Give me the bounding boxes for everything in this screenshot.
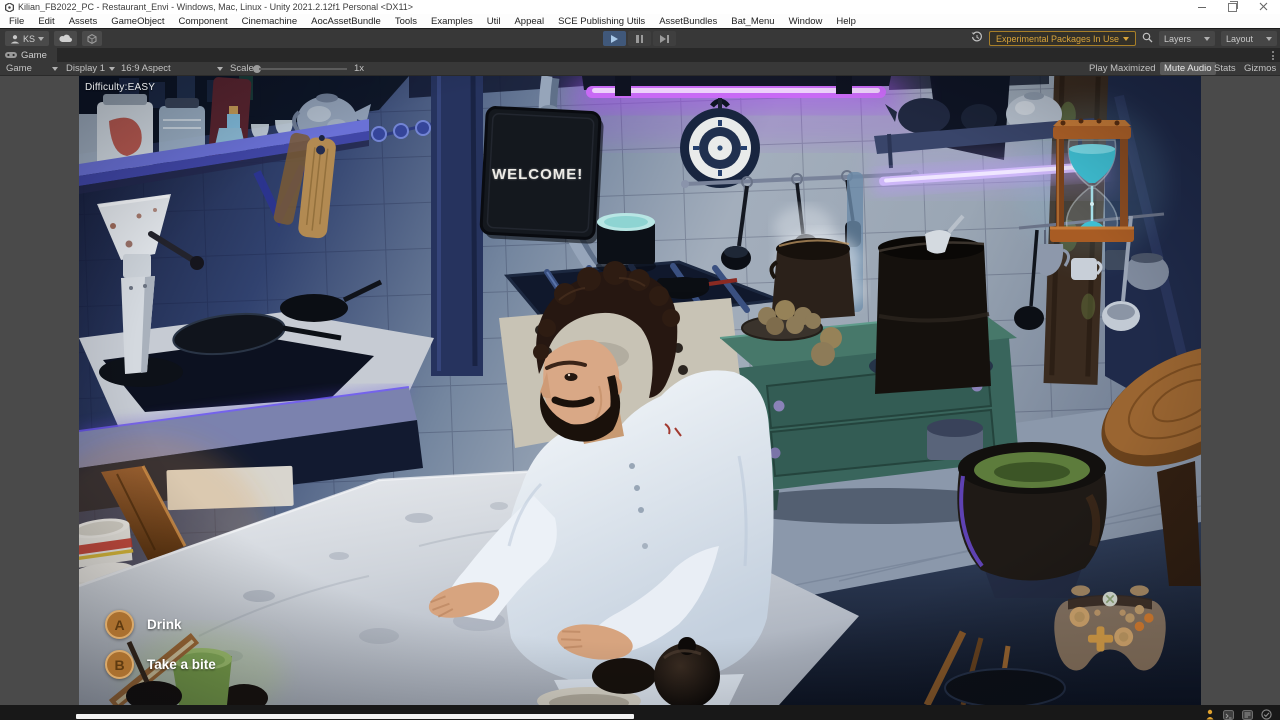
services-button[interactable]	[82, 31, 102, 46]
menu-cinemachine[interactable]: Cinemachine	[235, 16, 304, 27]
search-icon	[1142, 32, 1153, 43]
menu-help[interactable]: Help	[829, 16, 863, 27]
unity-logo-icon	[5, 3, 14, 12]
gamepad-a-button-icon: A	[105, 610, 134, 639]
menu-edit[interactable]: Edit	[31, 16, 61, 27]
search-button[interactable]	[1142, 30, 1153, 48]
step-button[interactable]	[653, 31, 676, 46]
unity-editor-window: Kilian_FB2022_PC - Restaurant_Envi - Win…	[0, 0, 1280, 720]
play-button[interactable]	[603, 31, 626, 46]
stats-toggle[interactable]: Stats	[1210, 62, 1240, 75]
user-icon	[10, 34, 20, 44]
prompt-label: Drink	[147, 617, 182, 632]
game-view-toolbar: Game Display 1 16:9 Aspect Scale 1x Play…	[0, 62, 1280, 76]
scale-value: 1x	[350, 62, 368, 75]
menu-component[interactable]: Component	[172, 16, 235, 27]
package-icon	[87, 34, 97, 44]
menu-appeal[interactable]: Appeal	[507, 16, 551, 27]
chevron-down-icon	[38, 37, 44, 41]
menu-gameobject[interactable]: GameObject	[104, 16, 171, 27]
chevron-down-icon	[52, 67, 58, 71]
cloud-icon	[59, 34, 72, 43]
game-mode-dropdown[interactable]: Game	[2, 62, 62, 75]
difficulty-label: Difficulty:EASY	[85, 82, 155, 93]
status-check-icon[interactable]	[1261, 707, 1272, 720]
mute-audio-toggle[interactable]: Mute Audio	[1160, 62, 1216, 75]
prompt-drink: A Drink	[105, 610, 216, 639]
menu-assets[interactable]: Assets	[62, 16, 105, 27]
gamepad-icon	[5, 51, 17, 59]
menu-bat-menu[interactable]: Bat_Menu	[724, 16, 781, 27]
tray-icon-1[interactable]	[1223, 707, 1234, 720]
aspect-ratio-dropdown[interactable]: 16:9 Aspect	[117, 62, 227, 75]
play-icon	[611, 35, 618, 43]
step-icon	[660, 35, 669, 43]
menu-sce-publishing-utils[interactable]: SCE Publishing Utils	[551, 16, 652, 27]
chevron-down-icon	[1204, 37, 1210, 41]
chevron-down-icon	[217, 67, 223, 71]
menu-assetbundles[interactable]: AssetBundles	[652, 16, 724, 27]
window-title: Kilian_FB2022_PC - Restaurant_Envi - Win…	[18, 2, 1198, 12]
menu-util[interactable]: Util	[480, 16, 508, 27]
minimize-button[interactable]	[1198, 7, 1206, 8]
gamepad-b-button-icon: B	[105, 650, 134, 679]
game-viewport[interactable]: Difficulty:EASY WELCOME! A Drink B Take …	[79, 76, 1201, 705]
tab-game[interactable]: Game	[0, 48, 57, 62]
experimental-packages-dropdown[interactable]: Experimental Packages In Use	[989, 31, 1136, 46]
menu-file[interactable]: File	[2, 16, 31, 27]
prompt-take-a-bite: B Take a bite	[105, 650, 216, 679]
activity-sprite-icon[interactable]	[1205, 707, 1215, 720]
main-toolbar: KS Experimental Packages In Use	[0, 28, 1280, 48]
panel-menu-icon[interactable]	[1272, 51, 1274, 60]
menu-examples[interactable]: Examples	[424, 16, 480, 27]
button-prompts: A Drink B Take a bite	[105, 610, 216, 679]
menu-window[interactable]: Window	[782, 16, 830, 27]
prompt-label: Take a bite	[147, 657, 216, 672]
layers-dropdown[interactable]: Layers	[1159, 31, 1215, 46]
pause-button[interactable]	[628, 31, 651, 46]
tab-strip: Game	[0, 48, 1280, 62]
undo-history-button[interactable]	[971, 30, 983, 48]
cloud-button[interactable]	[54, 31, 77, 46]
account-dropdown[interactable]: KS	[5, 31, 49, 46]
title-bar: Kilian_FB2022_PC - Restaurant_Envi - Win…	[0, 0, 1280, 14]
background-window-edge	[76, 714, 634, 719]
scale-slider[interactable]	[253, 62, 347, 75]
chevron-down-icon	[109, 67, 115, 71]
editor-content-area: Difficulty:EASY WELCOME! A Drink B Take …	[0, 76, 1280, 705]
kitchen-scene	[79, 76, 1201, 705]
gizmos-dropdown[interactable]: Gizmos	[1240, 62, 1280, 75]
chevron-down-icon	[1123, 37, 1129, 41]
history-icon	[971, 31, 983, 43]
menu-aocassetbundle[interactable]: AocAssetBundle	[304, 16, 388, 27]
display-dropdown[interactable]: Display 1	[62, 62, 119, 75]
menu-bar: File Edit Assets GameObject Component Ci…	[0, 14, 1280, 28]
gamepad-hint-icon	[1047, 582, 1173, 677]
menu-tools[interactable]: Tools	[388, 16, 424, 27]
pause-icon	[636, 35, 643, 43]
close-button[interactable]	[1259, 2, 1268, 13]
maximize-button[interactable]	[1228, 3, 1237, 12]
chevron-down-icon	[1266, 37, 1272, 41]
status-bar	[0, 705, 1280, 720]
welcome-sign-text: WELCOME!	[480, 111, 595, 237]
tray-icon-2[interactable]	[1242, 707, 1253, 720]
play-maximized-dropdown[interactable]: Play Maximized	[1085, 62, 1170, 75]
layout-dropdown[interactable]: Layout	[1221, 31, 1277, 46]
